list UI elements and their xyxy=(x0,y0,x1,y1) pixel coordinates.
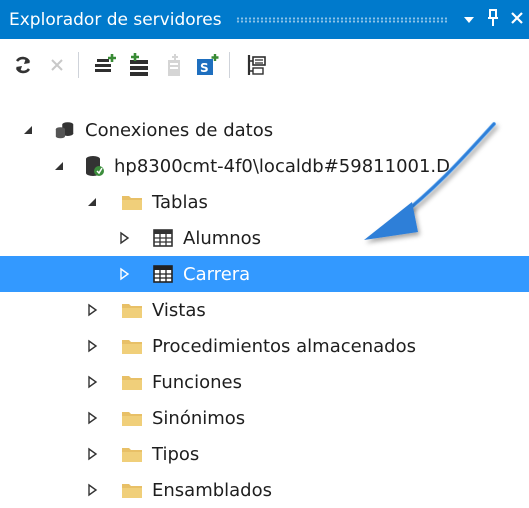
tree-item-label: Ensamblados xyxy=(152,479,272,501)
tree-item-folder-types[interactable]: Tipos xyxy=(0,436,529,472)
pin-icon[interactable] xyxy=(481,8,505,31)
toolbar-separator xyxy=(229,52,230,78)
tree-item-connection[interactable]: hp8300cmt-4f0\localdb#59811001.D xyxy=(0,148,529,184)
expanded-arrow-icon[interactable] xyxy=(51,158,67,174)
tree-item-label: Tablas xyxy=(152,191,208,213)
expanded-arrow-icon[interactable] xyxy=(20,122,36,138)
tree-item-label: Tipos xyxy=(152,443,200,465)
tree-item-folder-functions[interactable]: Funciones xyxy=(0,364,529,400)
tree-item-label: Conexiones de datos xyxy=(85,119,274,141)
tree-item-table-carrera[interactable]: Carrera xyxy=(0,256,529,292)
tree-item-label: Sinónimos xyxy=(152,407,246,429)
table-icon xyxy=(152,264,174,284)
tree-item-folder-views[interactable]: Vistas xyxy=(0,292,529,328)
collapsed-arrow-icon[interactable] xyxy=(84,338,100,354)
tree-item-label: Alumnos xyxy=(183,227,262,249)
tree-item-tables-folder[interactable]: Tablas xyxy=(0,184,529,220)
folder-icon xyxy=(121,300,143,320)
drag-grip[interactable] xyxy=(235,16,447,23)
dropdown-triangle-icon[interactable] xyxy=(457,10,481,29)
connect-azure-icon xyxy=(157,49,191,81)
collapsed-arrow-icon[interactable] xyxy=(84,410,100,426)
data-connections-icon xyxy=(54,120,76,140)
expanded-arrow-icon[interactable] xyxy=(84,194,100,210)
tree-item-label: Vistas xyxy=(152,299,206,321)
folder-icon xyxy=(121,192,143,212)
collapsed-arrow-icon[interactable] xyxy=(84,302,100,318)
tree-item-folder-synonyms[interactable]: Sinónimos xyxy=(0,400,529,436)
close-icon[interactable] xyxy=(505,10,529,29)
refresh-icon[interactable] xyxy=(6,49,40,81)
table-icon xyxy=(152,228,174,248)
tree-item-folder-assemblies[interactable]: Ensamblados xyxy=(0,472,529,508)
tree-item-label: hp8300cmt-4f0\localdb#59811001.D xyxy=(114,155,451,177)
collapsed-arrow-icon[interactable] xyxy=(84,482,100,498)
collapsed-arrow-icon[interactable] xyxy=(116,266,132,282)
toolbar-separator xyxy=(78,52,79,78)
collapsed-arrow-icon[interactable] xyxy=(84,446,100,462)
folder-icon xyxy=(121,444,143,464)
connect-server-icon[interactable] xyxy=(123,49,157,81)
connect-database-icon[interactable] xyxy=(89,49,123,81)
panel-title: Explorador de servidores xyxy=(9,9,222,30)
folder-icon xyxy=(121,336,143,356)
connect-sharepoint-icon[interactable]: S xyxy=(191,49,225,81)
panel-title-bar: Explorador de servidores xyxy=(0,0,529,39)
folder-icon xyxy=(121,480,143,500)
collapsed-arrow-icon[interactable] xyxy=(116,230,132,246)
tree-item-data-connections[interactable]: Conexiones de datos xyxy=(0,112,529,148)
stop-icon xyxy=(40,49,74,81)
tree-item-folder-stored-procedures[interactable]: Procedimientos almacenados xyxy=(0,328,529,364)
folder-icon xyxy=(121,372,143,392)
svg-text:S: S xyxy=(200,61,209,75)
collapsed-arrow-icon[interactable] xyxy=(84,374,100,390)
tree-item-label: Funciones xyxy=(152,371,242,393)
folder-icon xyxy=(121,408,143,428)
tree-item-label: Procedimientos almacenados xyxy=(152,335,416,357)
properties-icon[interactable] xyxy=(240,49,274,81)
tree-item-table-alumnos[interactable]: Alumnos xyxy=(0,220,529,256)
tree-item-label: Carrera xyxy=(183,263,251,285)
database-connection-icon xyxy=(83,156,105,176)
server-explorer-toolbar: S xyxy=(0,45,529,85)
